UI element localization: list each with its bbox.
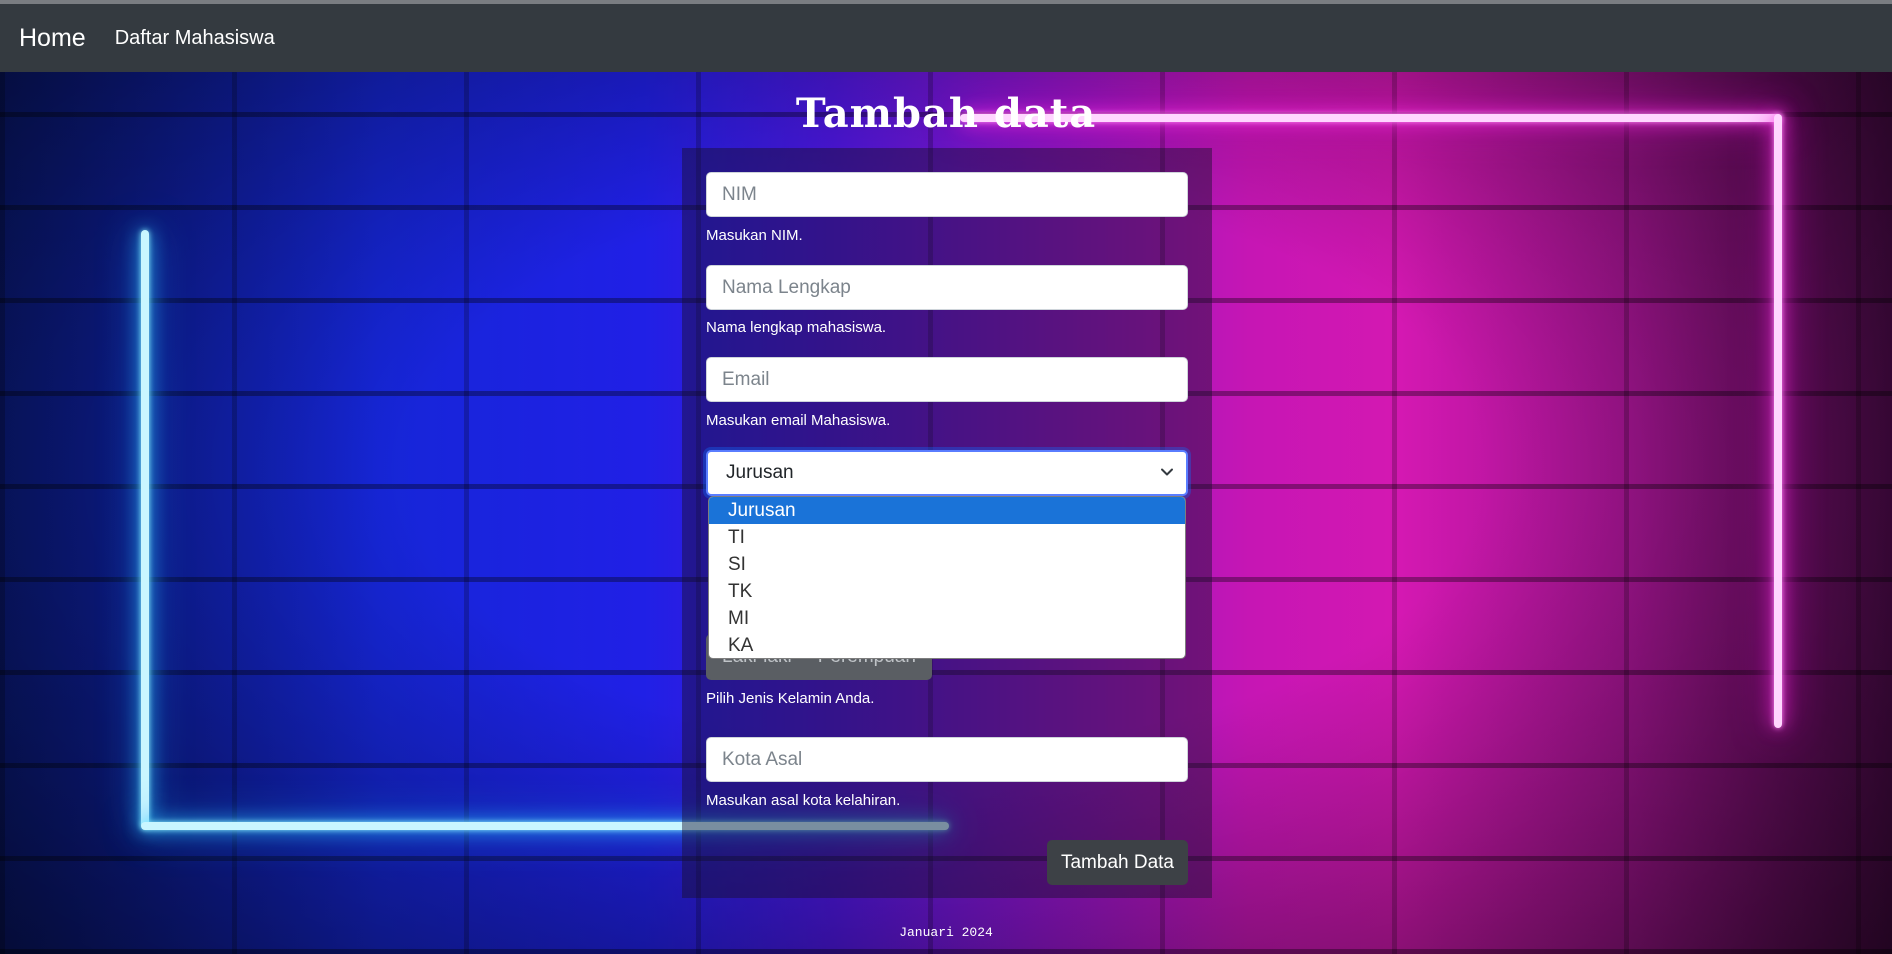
nav-daftar-mahasiswa-link[interactable]: Daftar Mahasiswa [115,27,275,50]
dropdown-option-ti[interactable]: TI [709,524,1185,551]
navbar: Home Daftar Mahasiswa [0,4,1892,72]
dropdown-option-jurusan[interactable]: Jurusan [709,497,1185,524]
email-input[interactable] [706,357,1188,402]
jurusan-select[interactable]: Jurusan [706,450,1188,496]
nim-input[interactable] [706,172,1188,217]
dropdown-option-mi[interactable]: MI [709,605,1185,632]
dropdown-option-tk[interactable]: TK [709,578,1185,605]
kota-help-text: Masukan asal kota kelahiran. [706,792,901,809]
nim-help-text: Masukan NIM. [706,227,803,244]
neon-pink-vertical-bar [1774,114,1782,728]
kota-asal-input[interactable] [706,737,1188,782]
nav-home-link[interactable]: Home [19,24,86,53]
jurusan-dropdown-list: Jurusan TI SI TK MI KA [708,496,1186,659]
dropdown-option-ka[interactable]: KA [709,632,1185,658]
nama-lengkap-input[interactable] [706,265,1188,310]
nama-help-text: Nama lengkap mahasiswa. [706,319,887,336]
email-help-text: Masukan email Mahasiswa. [706,412,891,429]
footer-text: Januari 2024 [899,925,993,940]
chevron-down-icon [1161,468,1173,476]
gender-help-text: Pilih Jenis Kelamin Anda. [706,690,875,707]
tambah-data-button[interactable]: Tambah Data [1047,840,1188,885]
page-title: Tambah data [795,90,1097,137]
neon-blue-vertical-bar [141,230,149,828]
jurusan-selected-value: Jurusan [726,462,794,483]
dropdown-option-si[interactable]: SI [709,551,1185,578]
